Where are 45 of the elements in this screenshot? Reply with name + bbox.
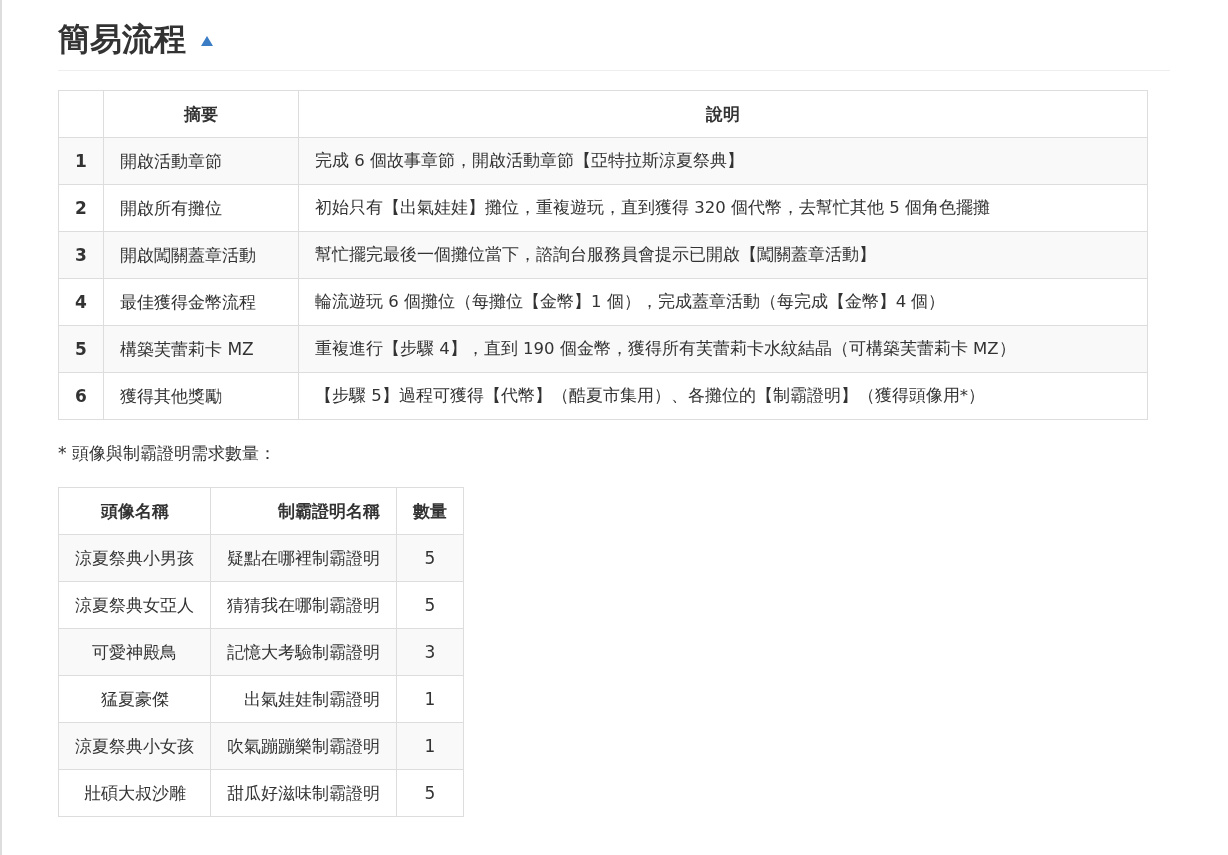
table-cell: 開啟所有攤位 [103, 184, 299, 232]
footnote: * 頭像與制霸證明需求數量： [58, 442, 277, 465]
column-header: 制霸證明名稱 [210, 487, 397, 535]
step-number: 3 [58, 231, 104, 279]
table-cell: 初始只有【出氣娃娃】攤位，重複遊玩，直到獲得 320 個代幣，去幫忙其他 5 個角色擺攤 [298, 184, 1148, 232]
table-cell: 重複進行【步驟 4】，直到 190 個金幣，獲得所有芙蕾莉卡水紋結晶（可構築芙蕾莉卡 MZ） [298, 325, 1148, 373]
step-number: 4 [58, 278, 104, 326]
table-cell: 最佳獲得金幣流程 [103, 278, 299, 326]
table-cell: 壯碩大叔沙雕 [58, 769, 211, 817]
table-cell: 涼夏祭典女亞人 [58, 581, 211, 629]
table-cell: 1 [396, 722, 464, 770]
table-cell: 幫忙擺完最後一個攤位當下，諮詢台服務員會提示已開啟【闖關蓋章活動】 [298, 231, 1148, 279]
table-cell: 疑點在哪裡制霸證明 [210, 534, 397, 582]
table-cell: 涼夏祭典小女孩 [58, 722, 211, 770]
table-cell: 記憶大考驗制霸證明 [210, 628, 397, 676]
table-cell: 猜猜我在哪制霸證明 [210, 581, 397, 629]
table-cell: 甜瓜好滋味制霸證明 [210, 769, 397, 817]
step-number: 5 [58, 325, 104, 373]
table-cell: 吹氣蹦蹦樂制霸證明 [210, 722, 397, 770]
table-cell: 5 [396, 769, 464, 817]
table-cell: 5 [396, 534, 464, 582]
table-cell: 構築芙蕾莉卡 MZ [103, 325, 299, 373]
table-cell: 完成 6 個故事章節，開啟活動章節【亞特拉斯涼夏祭典】 [298, 137, 1148, 185]
table-cell: 【步驟 5】過程可獲得【代幣】（酷夏市集用）、各攤位的【制霸證明】（獲得頭像用*） [298, 372, 1148, 420]
column-header: 摘要 [103, 90, 299, 138]
collapse-toggle[interactable] [200, 35, 214, 47]
section-heading: 簡易流程 [58, 19, 186, 60]
column-header: 數量 [396, 487, 464, 535]
step-number: 1 [58, 137, 104, 185]
column-header: 說明 [298, 90, 1148, 138]
table-cell: 開啟活動章節 [103, 137, 299, 185]
table-cell: 輪流遊玩 6 個攤位（每攤位【金幣】1 個），完成蓋章活動（每完成【金幣】4 個） [298, 278, 1148, 326]
table-cell: 出氣娃娃制霸證明 [210, 675, 397, 723]
table-cell: 3 [396, 628, 464, 676]
table-cell: 獲得其他獎勵 [103, 372, 299, 420]
table-cell: 可愛神殿鳥 [58, 628, 211, 676]
table-cell: 猛夏豪傑 [58, 675, 211, 723]
table-cell: 5 [396, 581, 464, 629]
triangle-up-icon [200, 35, 214, 47]
column-header: 頭像名稱 [58, 487, 211, 535]
table-cell: 1 [396, 675, 464, 723]
table-cell: 涼夏祭典小男孩 [58, 534, 211, 582]
step-number: 2 [58, 184, 104, 232]
step-number: 6 [58, 372, 104, 420]
table-cell: 開啟闖關蓋章活動 [103, 231, 299, 279]
